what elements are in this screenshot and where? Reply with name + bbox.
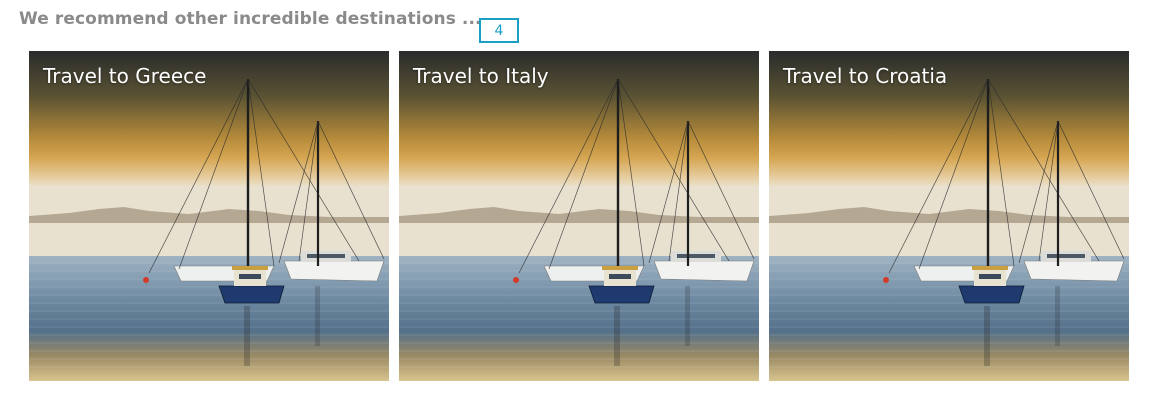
sailboat-photo [29, 51, 389, 381]
section-heading: We recommend other incredible destinatio… [19, 9, 482, 29]
destination-card-title: Travel to Croatia [783, 64, 948, 88]
destination-card-italy[interactable]: Travel to Italy [399, 51, 759, 381]
sailboat-photo [769, 51, 1129, 381]
destination-card-title: Travel to Italy [413, 64, 549, 88]
sailboat-photo [399, 51, 759, 381]
destination-card-croatia[interactable]: Travel to Croatia [769, 51, 1129, 381]
destination-cards: Travel to Greece Travel to Italy Travel … [29, 51, 1129, 381]
count-badge: 4 [479, 18, 519, 43]
destination-card-greece[interactable]: Travel to Greece [29, 51, 389, 381]
destination-card-title: Travel to Greece [43, 64, 207, 88]
